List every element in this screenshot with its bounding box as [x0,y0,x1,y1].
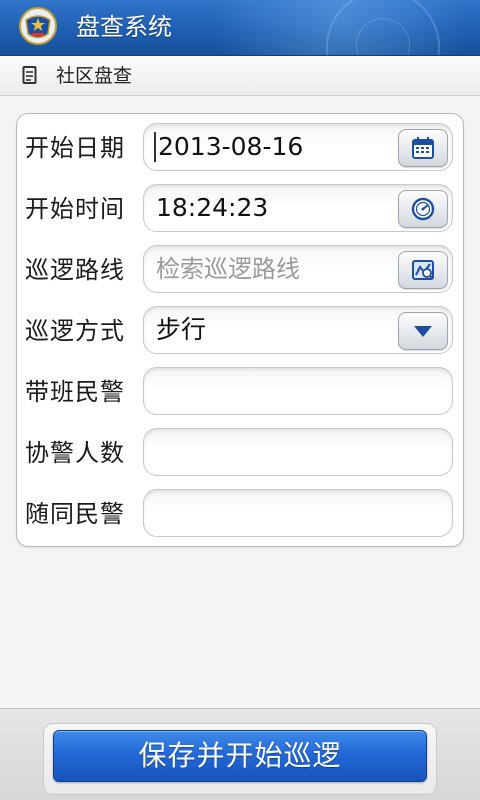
auxiliary-count-row: 协警人数 [17,428,463,478]
patrol-mode-label: 巡逻方式 [25,317,125,345]
patrol-route-placeholder: 检索巡逻路线 [156,255,300,283]
title-bar: 盘查系统 [0,0,480,56]
patrol-route-label: 巡逻路线 [25,256,125,284]
accompanying-officer-label: 随同民警 [25,500,125,528]
route-map-icon [412,260,434,280]
breadcrumb: 社区盘查 [0,56,480,96]
route-search-button[interactable] [398,251,448,289]
start-date-value: 2013-08-16 [154,132,303,162]
patrol-mode-row: 巡逻方式 步行 [17,306,463,356]
dropdown-button[interactable] [398,312,448,350]
accompanying-officer-field[interactable] [143,489,453,537]
app-screen: 盘查系统 社区盘查 开始日期 2013-08-16 开始时间 18:24:23 … [0,0,480,800]
clock-button[interactable] [398,190,448,228]
calendar-icon [412,137,434,159]
breadcrumb-label: 社区盘查 [56,65,133,87]
auxiliary-count-field[interactable] [143,428,453,476]
duty-officer-label: 带班民警 [25,378,125,406]
patrol-route-row: 巡逻路线 检索巡逻路线 [17,245,463,295]
start-date-field[interactable]: 2013-08-16 [143,123,453,171]
start-date-label: 开始日期 [25,134,125,162]
duty-officer-row: 带班民警 [17,367,463,417]
start-time-value: 18:24:23 [156,193,269,222]
calendar-button[interactable] [398,129,448,167]
start-time-label: 开始时间 [25,195,125,223]
patrol-form: 开始日期 2013-08-16 开始时间 18:24:23 巡逻路线 检索巡逻路… [16,113,464,547]
patrol-route-field[interactable]: 检索巡逻路线 [143,245,453,293]
police-emblem-icon [19,7,57,45]
patrol-mode-value: 步行 [156,315,207,344]
duty-officer-field[interactable] [143,367,453,415]
patrol-mode-select[interactable]: 步行 [143,306,453,354]
start-time-field[interactable]: 18:24:23 [143,184,453,232]
save-and-start-patrol-button[interactable]: 保存并开始巡逻 [53,730,427,782]
dropdown-arrow-icon [414,326,432,337]
start-time-row: 开始时间 18:24:23 [17,184,463,234]
accompanying-officer-row: 随同民警 [17,489,463,539]
start-date-row: 开始日期 2013-08-16 [17,123,463,173]
clock-icon [411,197,435,221]
app-title: 盘查系统 [76,13,172,41]
document-icon [22,66,37,84]
auxiliary-count-label: 协警人数 [25,439,125,467]
